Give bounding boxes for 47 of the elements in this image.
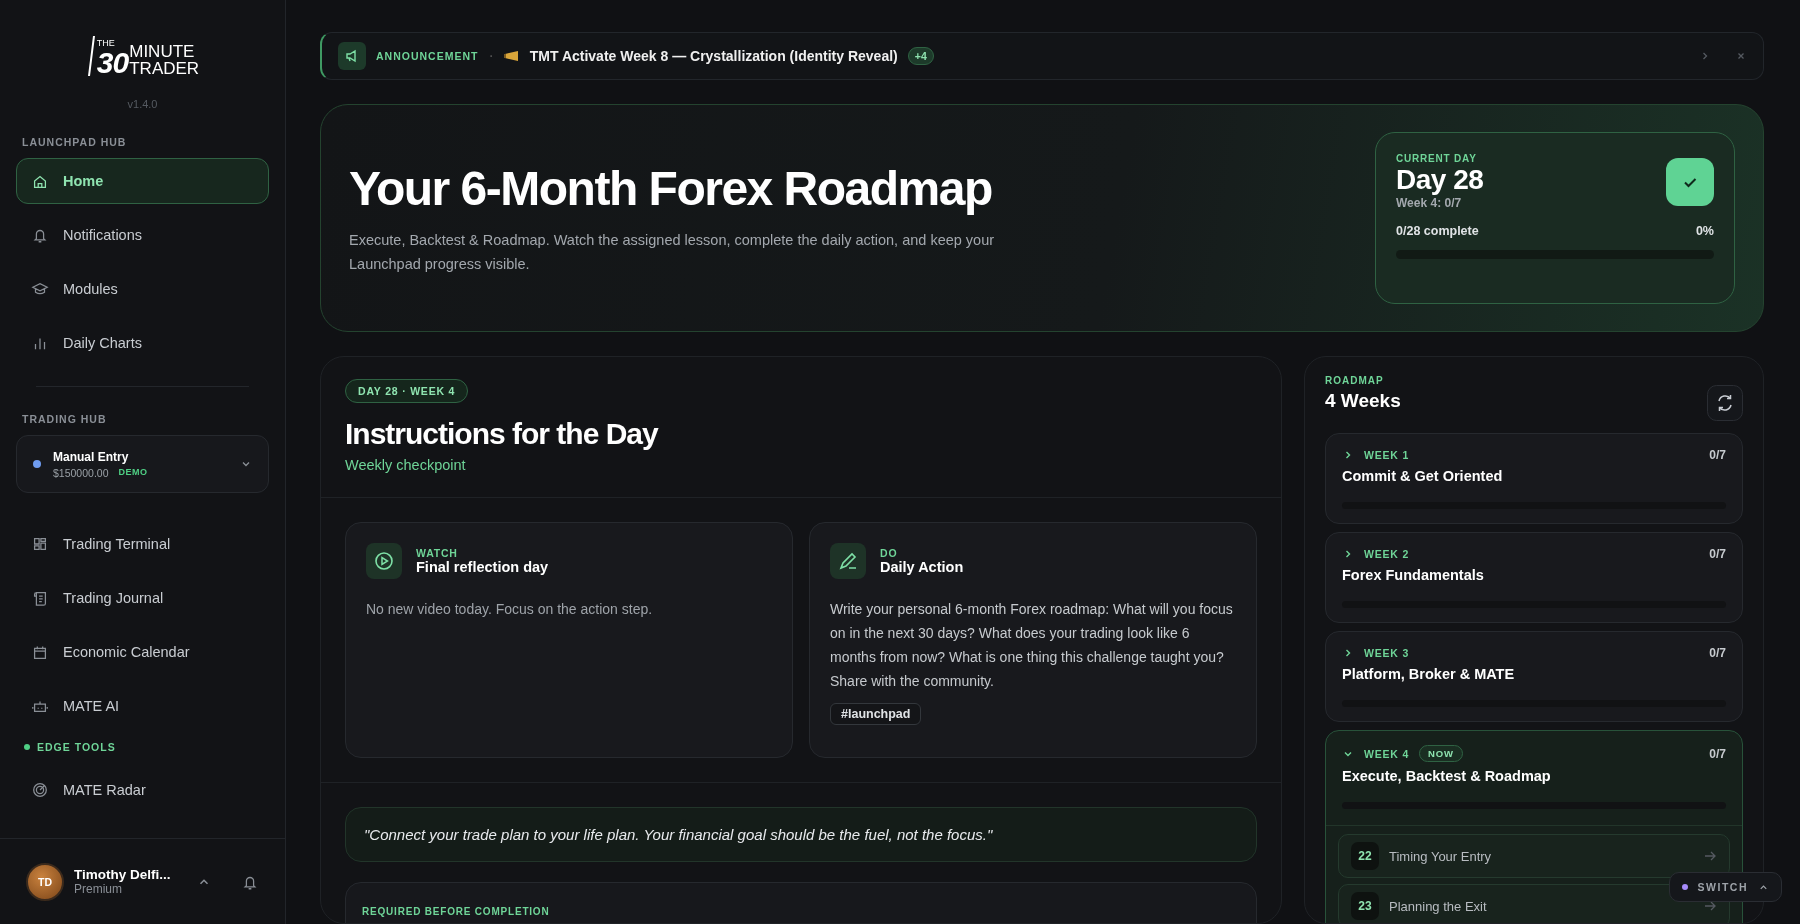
week-label: WEEK 4 [1364,747,1410,760]
week-label: WEEK 3 [1364,647,1410,659]
user-plan: Premium [74,882,123,896]
announcement-label: ANNOUNCEMENT [376,50,479,62]
task-title: Daily Action [880,559,964,575]
hero-subtitle: Execute, Backtest & Roadmap. Watch the assigned lesson, complete the daily action, and keep your Launchpad progress visible. [349,230,996,274]
now-badge: NOW [1419,745,1463,762]
lesson-number: 22 [1351,842,1379,870]
week-count: 0/7 [1709,646,1726,660]
week-count: 0/7 [1709,448,1726,462]
week-title: Forex Fundamentals [1342,567,1485,583]
section-title: TRADING HUB [22,413,108,425]
week-label: WEEK 2 [1364,548,1410,560]
task-label: WATCH [416,547,459,559]
section-title: LAUNCHPAD HUB [22,136,128,148]
current-day-label: CURRENT DAY [1396,153,1478,164]
week-title: Execute, Backtest & Roadmap [1342,768,1552,784]
task-description: No new video today. Focus on the action step. [366,600,653,619]
week-count: 0/7 [1709,547,1726,561]
complete-count: 0/28 complete [1396,224,1479,238]
task-title: Final reflection day [416,559,549,575]
week-label: WEEK 1 [1364,449,1410,461]
roadmap-title: 4 Weeks [1325,390,1402,412]
separator-dot: · [488,47,494,65]
avatar: TD [26,862,64,901]
lesson-title: Timing Your Entry [1389,848,1492,864]
lesson-title: Planning the Exit [1389,898,1487,914]
week-title: Commit & Get Oriented [1342,468,1504,484]
percent-label: 0% [1695,224,1714,238]
task-label: DO [880,547,899,559]
quote-text: "Connect your trade plan to your life plan. Your financial goal should be the fuel, not the focus." [364,826,993,843]
instructions-subtitle: Weekly checkpoint [345,457,466,473]
instructions-title: Instructions for the Day [345,417,658,451]
version-label: v1.4.0 [126,98,159,110]
section-title: EDGE TOOLS [24,741,261,753]
week-title: Platform, Broker & MATE [1342,666,1516,682]
user-name: Timothy Delfi... [74,867,172,882]
week-summary: Week 4: 0/7 [1396,196,1463,210]
day-title: Day 28 [1396,164,1485,196]
week-count: 0/7 [1709,746,1726,761]
task-description: Write your personal 6-month Forex roadmap: What will you focus on in the next 30 days? What does your trading look like 6 months from now? What is one thing this challenge taught you? Share with the community. [830,600,1234,691]
requirements-label: REQUIRED BEFORE COMPLETION [362,906,550,917]
hero-title: Your 6-Month Forex Roadmap [349,160,993,216]
lesson-number: 23 [1351,892,1379,920]
count-badge: +4 [907,47,934,65]
roadmap-label: ROADMAP [1325,375,1385,386]
day-badge: DAY 28 · WEEK 4 [345,379,469,403]
